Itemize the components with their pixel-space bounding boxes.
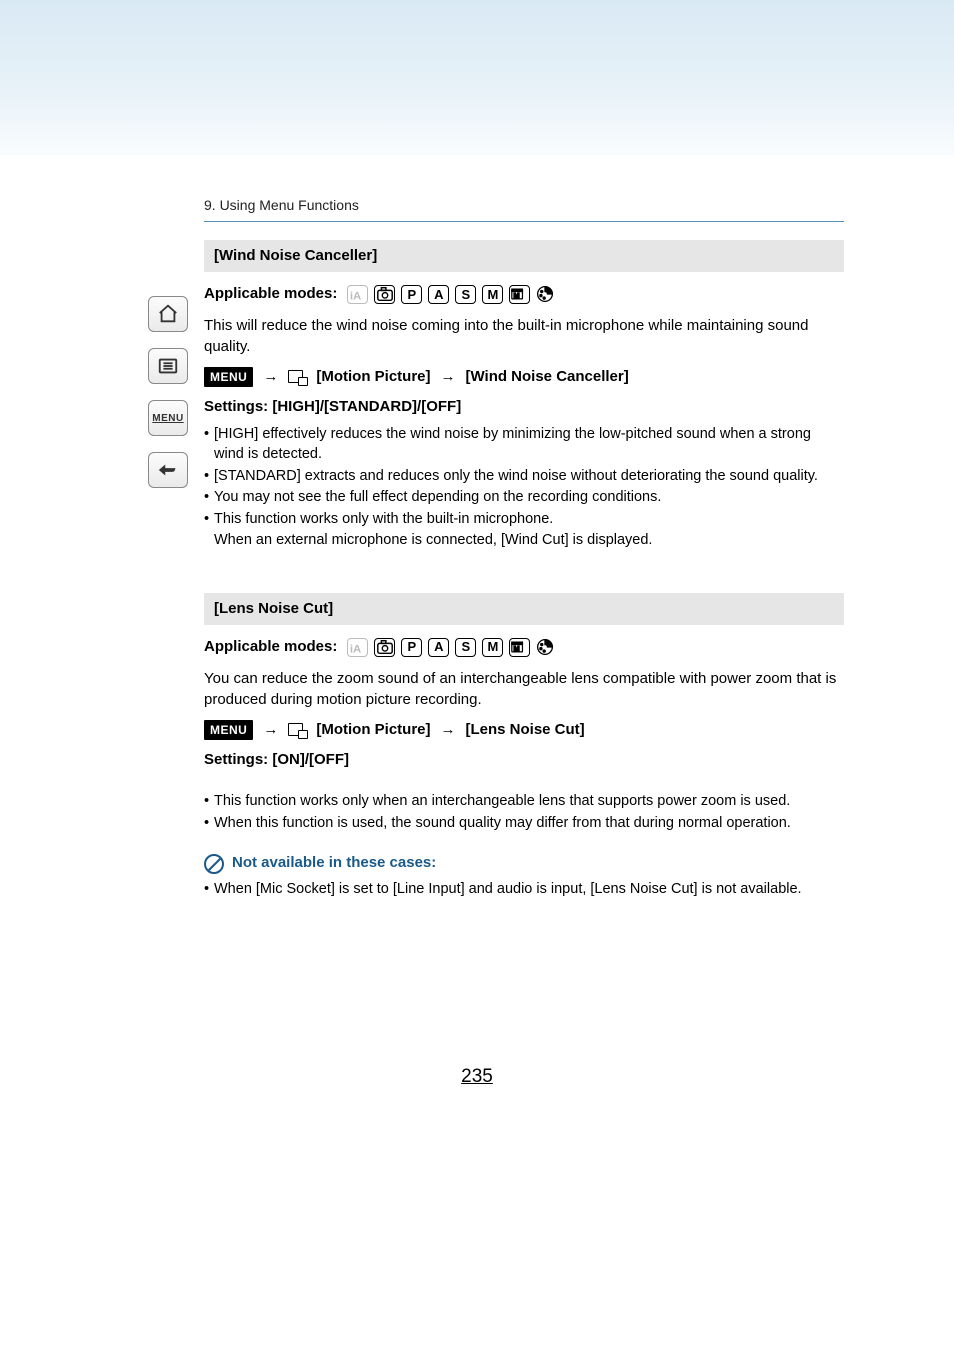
path-target-2: [Lens Noise Cut] (466, 720, 585, 740)
mode-m-icon: M (482, 285, 503, 304)
path-motion-1: [Motion Picture] (316, 367, 430, 387)
svg-text:M: M (513, 291, 519, 300)
mode-p-icon: P (401, 285, 422, 304)
arrow-icon: → (263, 367, 278, 387)
home-icon (157, 303, 179, 325)
motion-picture-icon (288, 370, 306, 384)
mode-a-icon: A (428, 285, 449, 304)
page-number: 235 (0, 1066, 954, 1088)
settings-1: Settings: [HIGH]/[STANDARD]/[OFF] (204, 397, 844, 417)
bullet-1-3: This function works only with the built-… (214, 510, 844, 530)
mode-s-icon: S (455, 285, 476, 304)
arrow-icon: → (263, 720, 278, 740)
svg-text:iA: iA (350, 643, 361, 655)
section2-intro: You can reduce the zoom sound of an inte… (204, 669, 844, 710)
menu-button-label: MENU (152, 413, 183, 424)
section-title-lens-noise: [Lens Noise Cut] (204, 593, 844, 625)
list-button[interactable] (148, 348, 188, 384)
path-target-1: [Wind Noise Canceller] (466, 367, 629, 387)
svg-text:iA: iA (350, 290, 361, 302)
menu-badge-icon: MENU (204, 720, 253, 740)
mode-p-icon: P (401, 638, 422, 657)
mode-camera-icon (374, 285, 395, 304)
breadcrumb: 9. Using Menu Functions (204, 196, 844, 215)
section-title-wind-noise: [Wind Noise Canceller] (204, 240, 844, 272)
sidebar-nav: MENU (148, 296, 188, 488)
list-icon (157, 355, 179, 377)
arrow-icon: → (441, 720, 456, 740)
back-button[interactable] (148, 452, 188, 488)
bullet-2-0: This function works only when an interch… (214, 792, 844, 812)
applicable-label-2: Applicable modes: (204, 637, 337, 657)
mode-movie-m-icon: M (509, 638, 530, 657)
header-gradient (0, 0, 954, 155)
applicable-modes-row-2: Applicable modes: iA P A S M M (204, 637, 844, 657)
svg-text:M: M (513, 644, 519, 653)
menu-badge-icon: MENU (204, 367, 253, 387)
mode-palette-icon (536, 285, 554, 304)
back-arrow-icon (157, 459, 179, 481)
applicable-modes-row-1: Applicable modes: iA P A S M M (204, 284, 844, 304)
menu-path-2: MENU → [Motion Picture] → [Lens Noise Cu… (204, 720, 844, 740)
settings-2: Settings: [ON]/[OFF] (204, 750, 844, 770)
bullet-1-0: [HIGH] effectively reduces the wind nois… (214, 425, 844, 464)
bullet-2-1: When this function is used, the sound qu… (214, 814, 844, 834)
bullet-1-1: [STANDARD] extracts and reduces only the… (214, 467, 844, 487)
mode-s-icon: S (455, 638, 476, 657)
mode-camera-icon (374, 638, 395, 657)
motion-picture-icon (288, 723, 306, 737)
mode-m-icon: M (482, 638, 503, 657)
not-available-header: Not available in these cases: (204, 853, 844, 873)
mode-palette-icon (536, 638, 554, 657)
mode-ia-icon: iA (347, 638, 368, 657)
menu-button[interactable]: MENU (148, 400, 188, 436)
applicable-label: Applicable modes: (204, 284, 337, 304)
section1-intro: This will reduce the wind noise coming i… (204, 316, 844, 357)
na-bullet-0: When [Mic Socket] is set to [Line Input]… (214, 880, 844, 900)
bullets-2: •This function works only when an interc… (204, 792, 844, 833)
page-content: 9. Using Menu Functions [Wind Noise Canc… (204, 196, 844, 919)
not-available-icon (204, 854, 224, 874)
not-available-bullets: •When [Mic Socket] is set to [Line Input… (204, 880, 844, 900)
menu-path-1: MENU → [Motion Picture] → [Wind Noise Ca… (204, 367, 844, 387)
mode-movie-m-icon: M (509, 285, 530, 304)
bullet-1-sub: When an external microphone is connected… (214, 531, 844, 551)
divider (204, 221, 844, 222)
bullet-1-2: You may not see the full effect dependin… (214, 488, 844, 508)
path-motion-2: [Motion Picture] (316, 720, 430, 740)
not-available-label: Not available in these cases: (232, 853, 436, 873)
home-button[interactable] (148, 296, 188, 332)
mode-a-icon: A (428, 638, 449, 657)
mode-ia-icon: iA (347, 285, 368, 304)
bullets-1: •[HIGH] effectively reduces the wind noi… (204, 425, 844, 550)
arrow-icon: → (441, 367, 456, 387)
